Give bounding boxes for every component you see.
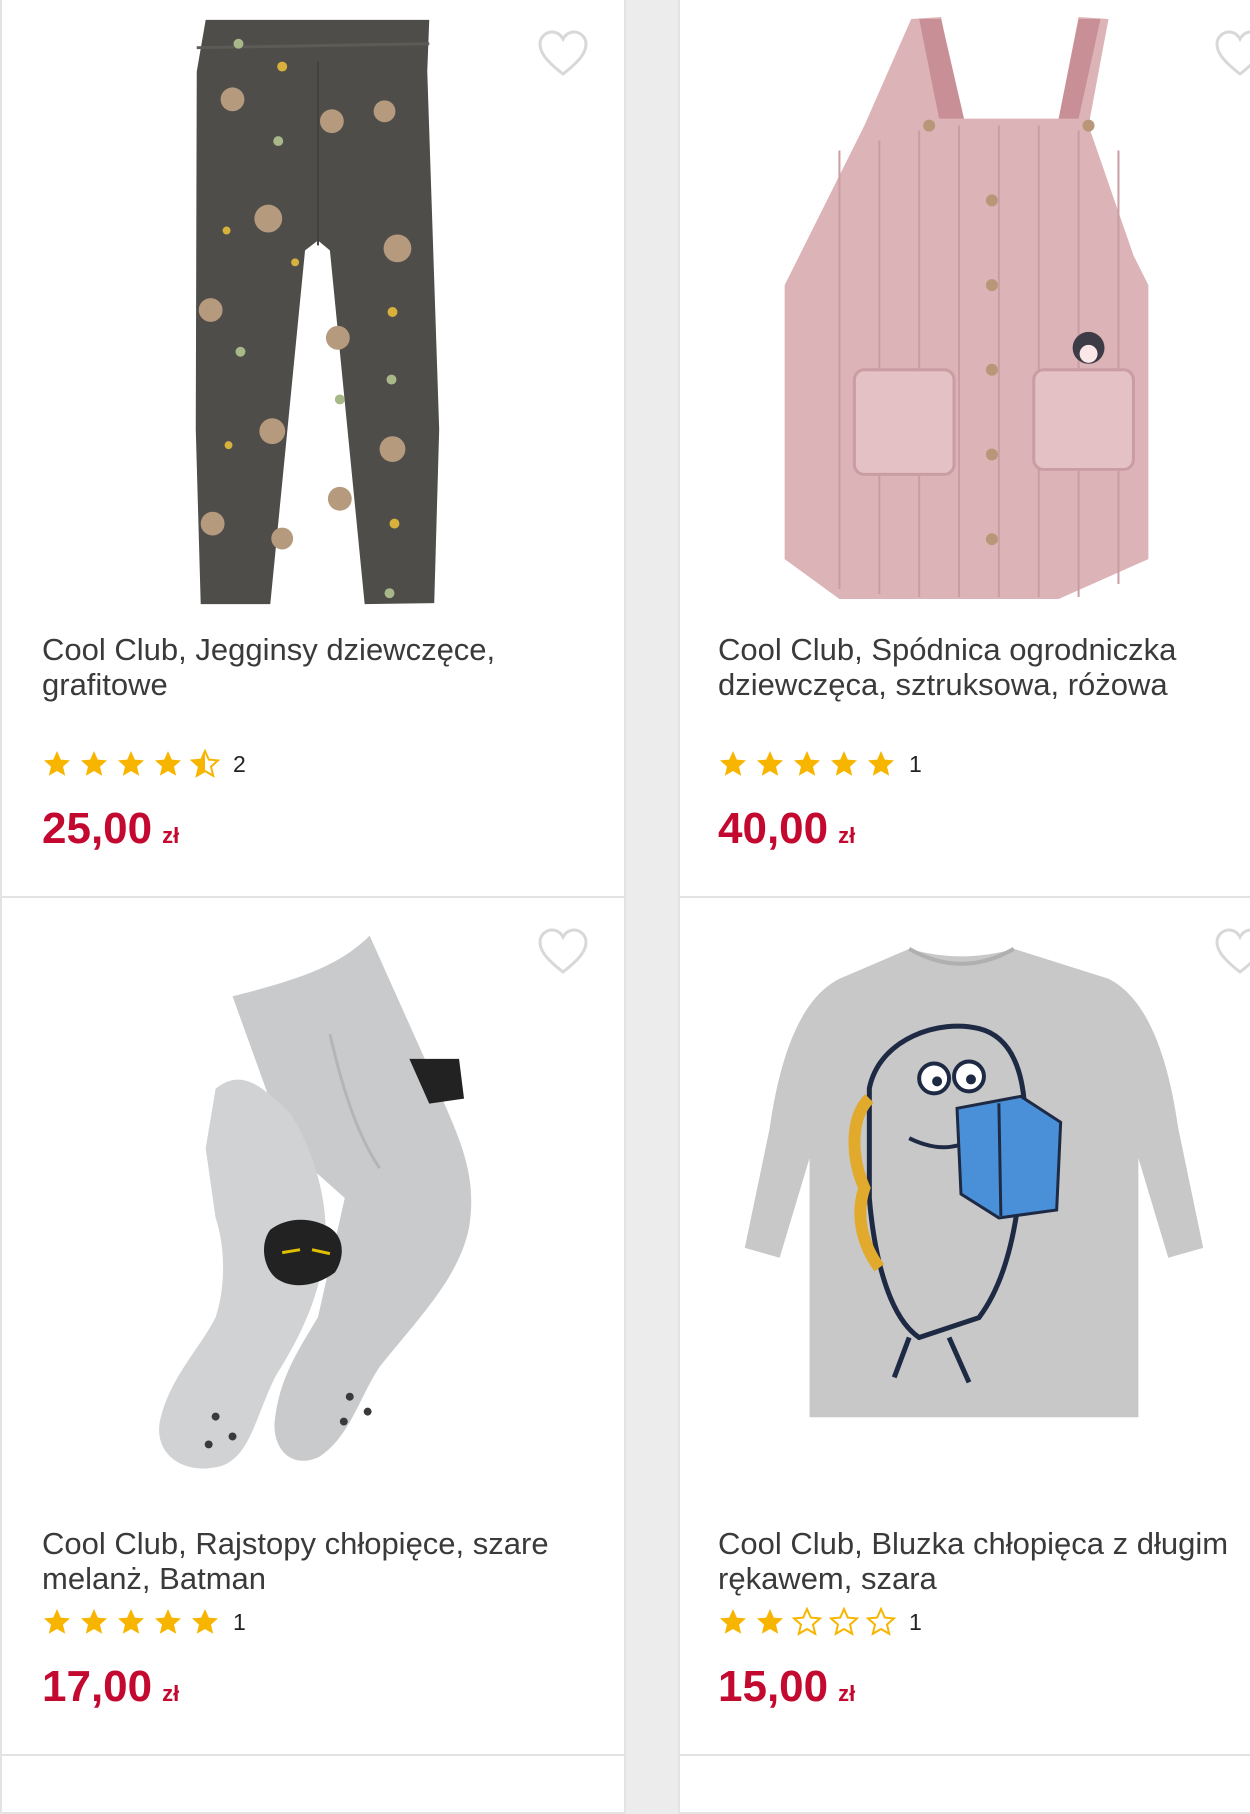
rating-count: 1 bbox=[909, 750, 922, 777]
price-value: 25,00 bbox=[42, 804, 153, 853]
product-grid: Cool Club, Jegginsy dziewczęce, grafitow… bbox=[0, 0, 1250, 1814]
star-outline-icon bbox=[829, 1607, 859, 1636]
rating-count: 1 bbox=[233, 1608, 246, 1635]
heart-outline-icon[interactable] bbox=[537, 30, 589, 78]
star-icon bbox=[757, 1609, 783, 1634]
product-card[interactable]: Cool Club, Rajstopy chłopięce, szare mel… bbox=[0, 896, 626, 1756]
heart-outline-icon[interactable] bbox=[1214, 928, 1250, 976]
rating-count: 1 bbox=[909, 1608, 922, 1635]
star-icon bbox=[44, 1609, 70, 1634]
product-price: 40,00 zł bbox=[718, 804, 855, 861]
star-icon bbox=[155, 751, 181, 776]
product-image-tights[interactable] bbox=[2, 898, 624, 1498]
product-card-partial[interactable] bbox=[0, 1754, 626, 1814]
rating-stars bbox=[42, 749, 227, 779]
rating-stars bbox=[42, 1607, 227, 1637]
product-rating: 1 bbox=[718, 1605, 922, 1639]
product-card[interactable]: Cool Club, Jegginsy dziewczęce, grafitow… bbox=[0, 0, 626, 898]
product-card[interactable]: Cool Club, Bluzka chłopięca z długim ręk… bbox=[678, 896, 1250, 1756]
product-rating: 1 bbox=[42, 1605, 246, 1639]
product-title[interactable]: Cool Club, Rajstopy chłopięce, szare mel… bbox=[42, 1526, 562, 1596]
product-card[interactable]: Cool Club, Spódnica ogrodniczka dziewczę… bbox=[678, 0, 1250, 898]
rating-stars bbox=[718, 1607, 903, 1637]
product-title[interactable]: Cool Club, Jegginsy dziewczęce, grafitow… bbox=[42, 632, 562, 702]
star-icon bbox=[118, 1609, 144, 1634]
product-rating: 1 bbox=[718, 747, 922, 781]
product-card-partial[interactable] bbox=[678, 1754, 1250, 1814]
price-currency: zł bbox=[838, 823, 856, 848]
star-icon bbox=[81, 751, 107, 776]
product-image-leggings[interactable] bbox=[2, 0, 624, 620]
heart-outline-icon[interactable] bbox=[1214, 30, 1250, 78]
star-half-icon bbox=[190, 749, 220, 778]
star-icon bbox=[81, 1609, 107, 1634]
star-icon bbox=[831, 751, 857, 776]
star-icon bbox=[720, 1609, 746, 1634]
product-title[interactable]: Cool Club, Bluzka chłopięca z długim ręk… bbox=[718, 1526, 1250, 1596]
price-currency: zł bbox=[838, 1681, 856, 1706]
price-value: 15,00 bbox=[718, 1662, 829, 1711]
price-currency: zł bbox=[162, 1681, 180, 1706]
heart-outline-icon[interactable] bbox=[537, 928, 589, 976]
rating-stars bbox=[718, 749, 903, 779]
star-icon bbox=[192, 1609, 218, 1634]
price-value: 17,00 bbox=[42, 1662, 153, 1711]
price-value: 40,00 bbox=[718, 804, 829, 853]
star-icon bbox=[155, 1609, 181, 1634]
product-rating: 2 bbox=[42, 747, 246, 781]
star-outline-icon bbox=[792, 1607, 822, 1636]
star-icon bbox=[44, 751, 70, 776]
star-icon bbox=[118, 751, 144, 776]
product-price: 15,00 zł bbox=[718, 1662, 855, 1719]
star-icon bbox=[794, 751, 820, 776]
rating-count: 2 bbox=[233, 750, 246, 777]
price-currency: zł bbox=[162, 823, 180, 848]
star-icon bbox=[720, 751, 746, 776]
star-outline-icon bbox=[866, 1607, 896, 1636]
product-price: 17,00 zł bbox=[42, 1662, 179, 1719]
star-icon bbox=[757, 751, 783, 776]
product-image-longsleeve-shirt[interactable] bbox=[680, 898, 1250, 1498]
product-price: 25,00 zł bbox=[42, 804, 179, 861]
product-image-pinafore-dress[interactable] bbox=[680, 0, 1250, 620]
star-icon bbox=[868, 751, 894, 776]
product-title[interactable]: Cool Club, Spódnica ogrodniczka dziewczę… bbox=[718, 632, 1250, 702]
